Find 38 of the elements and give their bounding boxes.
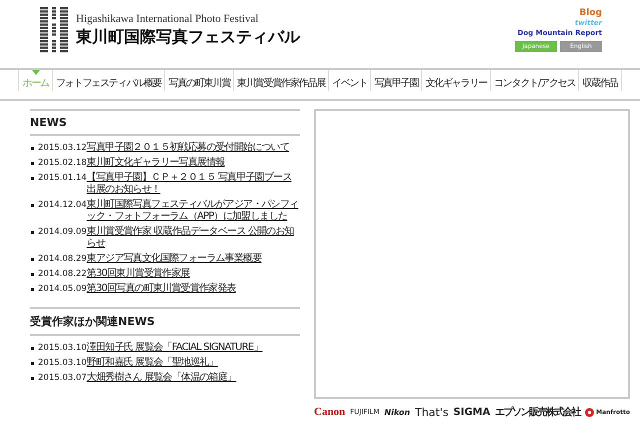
nav-item[interactable]: 写真甲子園 — [370, 70, 422, 91]
news-link[interactable]: 第30回写真の町東川賞受賞作家発表 — [86, 283, 300, 295]
news-date: 2015.03.12 — [38, 143, 87, 154]
news-link[interactable]: 写真甲子園２０１５初戦応募の受付開始について — [86, 142, 300, 154]
news-link[interactable]: 澤田知子氏 展覧会「FACIAL SIGNATURE」 — [86, 342, 300, 354]
sponsor-logo[interactable]: That's — [414, 406, 448, 418]
news-link[interactable]: 第30回東川賞受賞作家展 — [86, 268, 300, 280]
news-link[interactable]: 東川町文化ギャラリー写真展情報 — [86, 157, 300, 169]
section-heading: 受賞作家ほか関連NEWS — [30, 307, 300, 336]
news-link[interactable]: 大畑秀樹さん 展覧会「体温の箱庭」 — [86, 372, 300, 384]
news-date: 2015.02.18 — [38, 158, 87, 169]
logo-icon — [40, 7, 68, 53]
news-date: 2015.01.14 — [38, 172, 87, 184]
news-date: 2015.03.10 — [38, 343, 87, 354]
sponsor-logo[interactable]: Canon — [314, 406, 346, 418]
news-date: 2014.08.22 — [38, 269, 87, 280]
sponsor-logo[interactable]: SIGMA — [453, 406, 490, 418]
nav-item[interactable]: 収蔵作品 — [578, 70, 622, 91]
news-date: 2015.03.07 — [38, 372, 87, 384]
news-date: 2014.08.29 — [38, 254, 87, 265]
nav-item[interactable]: 東川賞受賞作家作品展 — [233, 70, 328, 91]
news-link[interactable]: 野町和嘉氏 展覧会「聖地巡礼」 — [86, 357, 300, 369]
nav-item[interactable]: 写真の町東川賞 — [164, 70, 234, 91]
nav-item[interactable]: イベント — [328, 70, 370, 91]
news-link[interactable]: 東アジア写真文化国際フォーラム事業概要 — [86, 253, 300, 265]
site-subtitle: Higashikawa International Photo Festival — [76, 12, 260, 24]
nav-item[interactable]: フォトフェスティバル概要 — [52, 70, 164, 91]
news-date: 2015.03.10 — [38, 357, 87, 369]
sponsor-logo[interactable]: エプソン販売株式会社 — [495, 405, 580, 419]
section-heading: NEWS — [30, 109, 300, 136]
news-date: 2014.05.09 — [38, 284, 87, 295]
nav-item[interactable]: 文化ギャラリー — [421, 70, 490, 91]
sponsor-logo[interactable]: Nikon — [384, 408, 410, 416]
nav-item[interactable]: コンタクト/アクセス — [490, 70, 578, 91]
site-title: 東川町国際写真フェスティバル — [76, 26, 300, 48]
news-date: 2014.09.09 — [38, 227, 87, 238]
flower-icon — [585, 408, 594, 416]
news-date: 2014.12.04 — [38, 200, 87, 211]
